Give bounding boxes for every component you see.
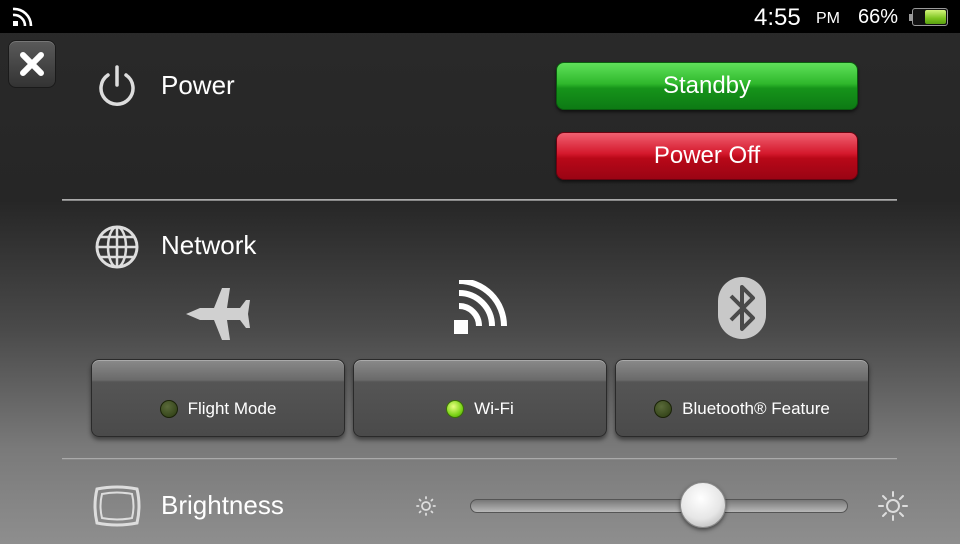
power-icon <box>99 65 135 106</box>
battery-icon <box>909 8 948 26</box>
power-off-button[interactable]: Power Off <box>556 132 858 180</box>
brightness-low-icon <box>416 496 436 516</box>
battery-percent: 66% <box>858 6 899 28</box>
close-button[interactable] <box>8 40 56 88</box>
brightness-slider-track[interactable] <box>470 499 848 513</box>
clock-ampm: PM <box>816 10 840 27</box>
brightness-title: Brightness <box>161 490 284 520</box>
battery-fill <box>925 10 946 24</box>
display-icon <box>93 485 141 527</box>
bluetooth-icon <box>718 277 766 339</box>
divider <box>62 458 897 460</box>
status-bar: 4:55 PM 66% <box>0 0 960 33</box>
bluetooth-label: Bluetooth® Feature <box>682 399 830 418</box>
flight-mode-label: Flight Mode <box>187 399 277 418</box>
standby-button[interactable]: Standby <box>556 62 858 110</box>
clock-time: 4:55 <box>754 4 801 31</box>
divider <box>62 199 897 201</box>
network-title: Network <box>161 230 257 260</box>
wifi-icon <box>454 280 507 334</box>
bluetooth-indicator-led <box>654 400 673 418</box>
close-icon <box>20 52 44 76</box>
wifi-toggle[interactable]: Wi-Fi <box>353 359 607 437</box>
globe-icon <box>95 225 139 269</box>
airplane-icon <box>186 288 250 340</box>
bluetooth-toggle[interactable]: Bluetooth® Feature <box>615 359 869 437</box>
brightness-high-icon <box>878 491 908 521</box>
power-title: Power <box>161 70 235 100</box>
wifi-label: Wi-Fi <box>474 399 514 418</box>
brightness-slider-thumb[interactable] <box>680 482 726 528</box>
flight-mode-toggle[interactable]: Flight Mode <box>91 359 345 437</box>
flight-mode-indicator-led <box>159 400 178 418</box>
wifi-signal-icon <box>12 7 33 27</box>
wifi-indicator-led <box>446 400 465 418</box>
